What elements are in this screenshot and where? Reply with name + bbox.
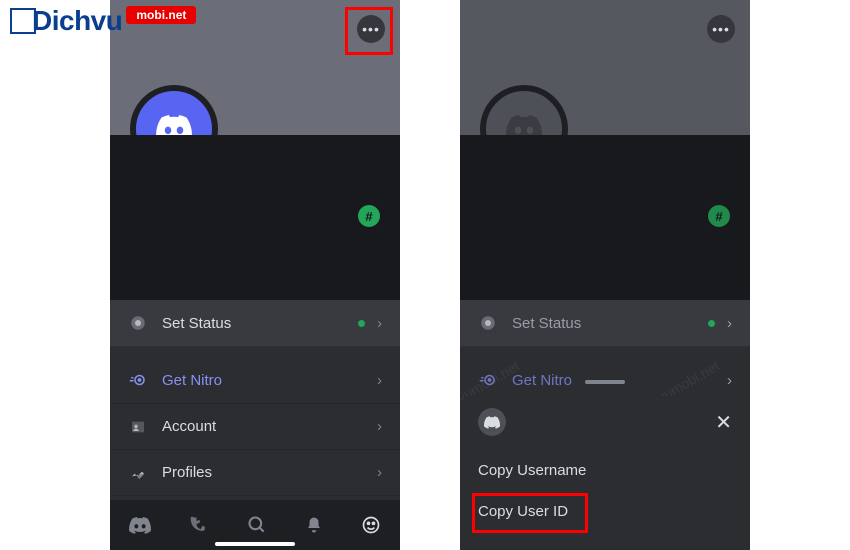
menu-item-set-status[interactable]: Set Status › bbox=[460, 300, 750, 347]
more-icon: ••• bbox=[712, 21, 730, 37]
menu-item-profiles[interactable]: Profiles › bbox=[110, 450, 400, 496]
profile-lower: # bbox=[110, 135, 400, 300]
menu-item-get-nitro[interactable]: Get Nitro › bbox=[110, 357, 400, 404]
screenshot-left: ••• # Set Status › bbox=[110, 0, 400, 550]
sheet-copy-username[interactable]: Copy Username bbox=[478, 450, 732, 491]
status-icon bbox=[478, 314, 498, 332]
more-options-button[interactable]: ••• bbox=[707, 15, 735, 43]
account-label: Account bbox=[162, 418, 216, 435]
sheet-drag-handle[interactable] bbox=[585, 380, 625, 384]
chevron-icon: › bbox=[377, 315, 382, 332]
hypesquad-badge[interactable]: # bbox=[708, 205, 730, 227]
profile-banner: ••• bbox=[460, 0, 750, 135]
nitro-icon bbox=[128, 371, 148, 389]
sheet-copy-user-id[interactable]: Copy User ID bbox=[478, 491, 732, 532]
status-dot-online bbox=[358, 320, 365, 327]
logo-badge: mobi.net bbox=[126, 6, 196, 24]
annotation-highlight-copy-id bbox=[472, 493, 588, 533]
context-sheet: ✕ Copy Username Copy User ID bbox=[460, 396, 750, 550]
chevron-icon: › bbox=[377, 372, 382, 389]
annotation-highlight-more bbox=[345, 7, 393, 55]
chevron-icon: › bbox=[727, 315, 732, 332]
menu-item-set-status[interactable]: Set Status › bbox=[110, 300, 400, 347]
account-icon bbox=[128, 419, 148, 435]
hash-icon: # bbox=[715, 209, 722, 224]
status-dot-online bbox=[708, 320, 715, 327]
status-icon bbox=[128, 314, 148, 332]
get-nitro-label: Get Nitro bbox=[162, 372, 222, 389]
set-status-label: Set Status bbox=[162, 315, 231, 332]
close-icon: ✕ bbox=[715, 412, 732, 434]
bottom-nav-bar bbox=[110, 500, 400, 550]
chevron-icon: › bbox=[377, 418, 382, 435]
chevron-icon: › bbox=[727, 372, 732, 389]
site-watermark-logo: Dichvu mobi.net bbox=[10, 5, 196, 37]
sheet-avatar bbox=[478, 408, 506, 436]
sheet-close-button[interactable]: ✕ bbox=[715, 410, 732, 435]
screenshot-right: dichvumobi.net dichvumobi.net dichvumobi… bbox=[460, 0, 750, 550]
hash-icon: # bbox=[365, 209, 372, 224]
hypesquad-badge[interactable]: # bbox=[358, 205, 380, 227]
set-status-label: Set Status bbox=[512, 315, 581, 332]
menu-item-account[interactable]: Account › bbox=[110, 404, 400, 450]
nav-friends-icon[interactable] bbox=[189, 515, 209, 535]
home-indicator bbox=[215, 542, 295, 546]
get-nitro-label: Get Nitro bbox=[512, 372, 572, 389]
logo-text: Dichvu bbox=[32, 5, 122, 37]
nav-notifications-icon[interactable] bbox=[305, 515, 323, 535]
profiles-icon bbox=[128, 465, 148, 481]
nav-discord-icon[interactable] bbox=[129, 517, 151, 534]
nav-search-icon[interactable] bbox=[247, 515, 267, 535]
profile-lower: # bbox=[460, 135, 750, 300]
profiles-label: Profiles bbox=[162, 464, 212, 481]
chevron-icon: › bbox=[377, 464, 382, 481]
nitro-icon bbox=[478, 371, 498, 389]
nav-profile-icon[interactable] bbox=[361, 515, 381, 535]
copy-username-label: Copy Username bbox=[478, 462, 586, 479]
